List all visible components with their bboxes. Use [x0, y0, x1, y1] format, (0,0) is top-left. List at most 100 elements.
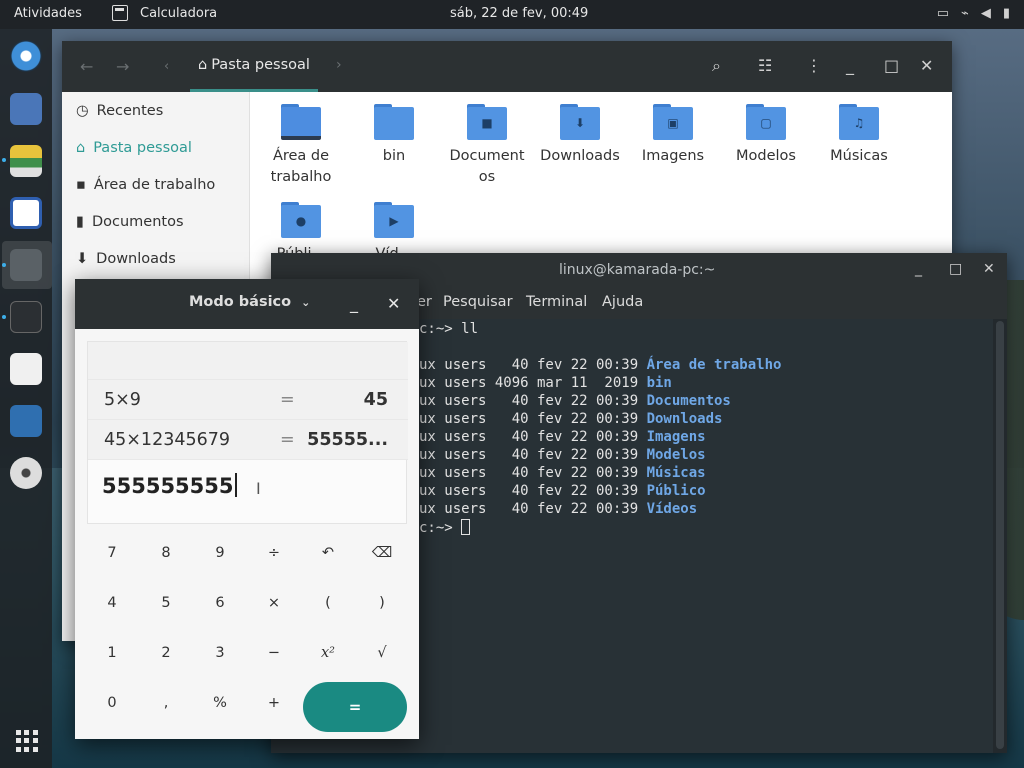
close-icon[interactable]: ✕ — [983, 261, 995, 277]
menu-view[interactable]: er — [417, 294, 432, 310]
path-left-icon[interactable]: ‹ — [164, 59, 169, 74]
text-editor-icon[interactable] — [10, 197, 42, 229]
download-icon: ⬇ — [76, 251, 89, 267]
calculator-app-icon — [112, 5, 128, 21]
backspace-icon[interactable]: ⌫ — [357, 535, 407, 571]
terminal-row: ux users 40 fev 22 00:39 Documentos — [419, 393, 731, 409]
screen-icon: ▭ — [936, 6, 950, 21]
path-right-icon[interactable]: › — [336, 57, 342, 73]
search-icon[interactable]: ⌕ — [712, 56, 721, 76]
pictures-folder-icon: ▣ — [653, 104, 693, 140]
app-grid-icon[interactable] — [16, 730, 38, 752]
folder-item[interactable]: Área de trabalho — [256, 104, 346, 188]
calculator-dock-icon[interactable] — [10, 249, 42, 281]
key-7[interactable]: 7 — [87, 535, 137, 571]
sidebar-item-desktop[interactable]: ▪ Área de trabalho — [76, 177, 215, 193]
key-percent[interactable]: % — [195, 685, 245, 721]
path-bar-home[interactable]: ⌂ Pasta pessoal — [190, 41, 318, 92]
close-icon[interactable]: ✕ — [920, 56, 933, 75]
key-6[interactable]: 6 — [195, 585, 245, 621]
folder-item[interactable]: ▢ Modelos — [721, 104, 811, 167]
key-close-paren[interactable]: ) — [357, 585, 407, 621]
system-tray[interactable]: ▭ ⌁ ◀ ▮ — [937, 6, 1010, 21]
key-2[interactable]: 2 — [141, 635, 191, 671]
terminal-dock-icon[interactable] — [10, 301, 42, 333]
chromium-icon[interactable] — [10, 40, 42, 72]
history-row[interactable]: 5×9 = 45 — [88, 380, 408, 420]
calculator-header: Modo básico ⌄ _ ✕ — [75, 279, 419, 329]
sidebar-item-documents[interactable]: ▮ Documentos — [76, 214, 184, 230]
maximize-icon[interactable]: □ — [884, 56, 899, 75]
key-subtract[interactable]: − — [249, 635, 299, 671]
music-folder-icon: ♫ — [839, 104, 879, 140]
terminal-scrollbar[interactable] — [993, 319, 1007, 753]
top-bar: Atividades Calculadora sáb, 22 de fev, 0… — [0, 0, 1024, 29]
sidebar-item-label: Documentos — [91, 214, 184, 230]
key-5[interactable]: 5 — [141, 585, 191, 621]
key-0[interactable]: 0 — [87, 685, 137, 721]
drawing-app-icon[interactable] — [10, 353, 42, 385]
maximize-icon[interactable]: □ — [949, 261, 962, 277]
app-menu[interactable]: Calculadora — [112, 5, 217, 21]
desktop-icon: ▪ — [76, 177, 86, 193]
sidebar-item-downloads[interactable]: ⬇ Downloads — [76, 251, 176, 267]
notes-icon[interactable] — [10, 145, 42, 177]
activities-button[interactable]: Atividades — [14, 6, 82, 21]
terminal-row: ux users 40 fev 22 00:39 Público — [419, 483, 706, 499]
expression-input[interactable]: 555555555 — [102, 473, 237, 498]
close-icon[interactable]: ✕ — [387, 294, 400, 313]
key-3[interactable]: 3 — [195, 635, 245, 671]
menu-search[interactable]: Pesquisar — [443, 294, 513, 310]
key-open-paren[interactable]: ( — [303, 585, 353, 621]
templates-folder-icon: ▢ — [746, 104, 786, 140]
key-8[interactable]: 8 — [141, 535, 191, 571]
history-result[interactable]: 45 — [364, 390, 388, 410]
minimize-icon[interactable]: _ — [915, 261, 922, 277]
key-comma[interactable]: , — [141, 685, 191, 721]
history-row[interactable]: 45×12345679 = 55555... — [88, 420, 408, 460]
mail-client-icon[interactable] — [10, 93, 42, 125]
forward-arrow-icon[interactable]: → — [116, 57, 129, 76]
key-4[interactable]: 4 — [87, 585, 137, 621]
history-result[interactable]: 55555... — [307, 430, 388, 450]
key-add[interactable]: + — [249, 685, 299, 721]
terminal-title: linux@kamarada-pc:~ — [559, 262, 716, 278]
folder-item[interactable]: ▣ Imagens — [628, 104, 718, 167]
view-toggle-icon[interactable]: ☷ — [758, 56, 772, 75]
folder-label: Músicas — [830, 148, 888, 164]
equals-button[interactable]: = — [303, 682, 407, 732]
key-sqrt[interactable]: √ — [357, 635, 407, 671]
minimize-icon[interactable]: _ — [846, 56, 854, 75]
folder-item[interactable]: ⬇ Downloads — [535, 104, 625, 167]
folder-item[interactable]: bin — [349, 104, 439, 167]
sidebar-item-home[interactable]: ⌂ Pasta pessoal — [76, 140, 192, 156]
history-expression: 45×12345679 — [104, 430, 231, 450]
undo-icon[interactable]: ↶ — [303, 535, 353, 571]
calculator-display: 5×9 = 45 45×12345679 = 55555... 55555555… — [87, 341, 408, 524]
clock-icon: ◷ — [76, 103, 89, 119]
clock[interactable]: sáb, 22 de fev, 00:49 — [450, 6, 588, 21]
back-arrow-icon[interactable]: ← — [80, 57, 93, 76]
screenshot-icon[interactable] — [10, 405, 42, 437]
key-1[interactable]: 1 — [87, 635, 137, 671]
sidebar-item-recent[interactable]: ◷ Recentes — [76, 103, 163, 119]
calculator-window: Modo básico ⌄ _ ✕ 5×9 = 45 45×12345679 =… — [75, 279, 419, 739]
menu-terminal[interactable]: Terminal — [526, 294, 587, 310]
mode-selector[interactable]: Modo básico ⌄ — [189, 294, 310, 310]
terminal-row: ux users 40 fev 22 00:39 Imagens — [419, 429, 706, 445]
menu-help[interactable]: Ajuda — [602, 294, 643, 310]
terminal-row: ux users 40 fev 22 00:39 Músicas — [419, 465, 706, 481]
key-divide[interactable]: ÷ — [249, 535, 299, 571]
folder-item[interactable]: ■ Document os — [442, 104, 532, 188]
scrollbar-thumb[interactable] — [996, 321, 1004, 749]
key-9[interactable]: 9 — [195, 535, 245, 571]
key-square[interactable]: x² — [303, 635, 353, 671]
minimize-icon[interactable]: _ — [350, 294, 358, 313]
folder-item[interactable]: ♫ Músicas — [814, 104, 904, 167]
installer-icon[interactable] — [10, 457, 42, 489]
key-multiply[interactable]: × — [249, 585, 299, 621]
menu-kebab-icon[interactable]: ⋮ — [806, 56, 822, 75]
folder-label: Downloads — [540, 148, 620, 164]
folder-label: Document os — [449, 148, 525, 185]
home-icon: ⌂ — [76, 140, 86, 156]
